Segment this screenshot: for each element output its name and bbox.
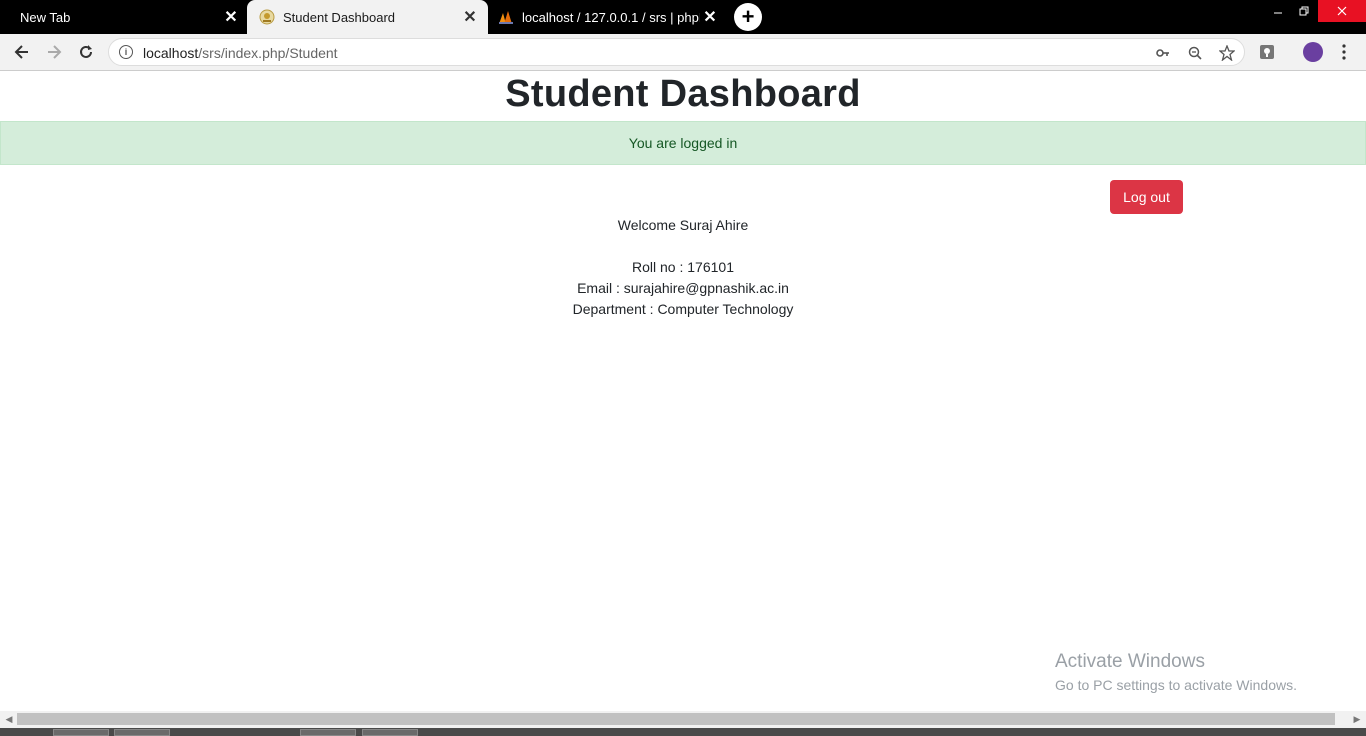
info-icon[interactable]: i	[119, 45, 133, 59]
tab-title: New Tab	[20, 9, 71, 25]
scrollbar-thumb[interactable]	[17, 713, 1335, 725]
page-content: Student Dashboard You are logged in Log …	[0, 71, 1366, 711]
taskbar-app[interactable]	[53, 729, 109, 736]
activate-windows-title: Activate Windows	[1055, 651, 1205, 672]
minimize-icon[interactable]	[1265, 0, 1291, 22]
roll-number: Roll no : 176101	[632, 259, 734, 275]
tab-student-dashboard[interactable]: Student Dashboard ✕	[247, 0, 488, 34]
scroll-right-icon[interactable]: ▶	[1352, 714, 1362, 724]
browser-toolbar: i localhost/srs/index.php/Student	[0, 34, 1366, 71]
phpmyadmin-icon	[499, 11, 513, 24]
tab-strip: New Tab ✕ Student Dashboard ✕ localhost …	[0, 0, 1366, 34]
activate-windows-subtitle: Go to PC settings to activate Windows.	[1055, 677, 1297, 693]
scroll-left-icon[interactable]: ◀	[4, 714, 14, 724]
back-arrow-icon[interactable]	[9, 39, 35, 65]
taskbar-app[interactable]	[114, 729, 170, 736]
close-icon[interactable]: ✕	[460, 7, 480, 27]
horizontal-scrollbar[interactable]: ◀ ▶	[0, 711, 1366, 728]
url-path: /srs/index.php/Student	[198, 45, 338, 61]
extension-icon[interactable]	[1257, 42, 1277, 62]
tab-phpmyadmin[interactable]: localhost / 127.0.0.1 / srs | phpMyAdmin…	[488, 0, 726, 34]
welcome-text: Welcome Suraj Ahire	[617, 217, 749, 233]
department: Department : Computer Technology	[572, 301, 794, 317]
tab-title: Student Dashboard	[283, 9, 396, 25]
address-bar[interactable]: i localhost/srs/index.php/Student	[108, 38, 1245, 66]
restore-icon[interactable]	[1291, 0, 1317, 22]
forward-arrow-icon[interactable]	[41, 39, 67, 65]
menu-dots-icon[interactable]	[1336, 42, 1352, 62]
close-icon[interactable]: ✕	[221, 7, 241, 27]
taskbar	[0, 728, 1366, 736]
url-host: localhost	[143, 45, 199, 61]
tab-new-tab[interactable]: New Tab ✕	[0, 0, 247, 34]
taskbar-app[interactable]	[300, 729, 356, 736]
college-logo-icon	[259, 9, 275, 25]
new-tab-button[interactable]: +	[734, 3, 762, 31]
taskbar-app[interactable]	[362, 729, 418, 736]
url-text[interactable]: localhost/srs/index.php/Student	[143, 45, 338, 61]
page-title: Student Dashboard	[505, 73, 861, 115]
logout-button[interactable]: Log out	[1110, 180, 1183, 214]
alert-text: You are logged in	[628, 135, 738, 151]
zoom-icon[interactable]	[1186, 44, 1204, 62]
tab-title: localhost / 127.0.0.1 / srs | phpMyAdmin	[522, 9, 700, 25]
window-close-icon[interactable]	[1318, 0, 1366, 22]
email: Email : surajahire@gpnashik.ac.in	[577, 280, 789, 296]
reload-icon[interactable]	[73, 39, 99, 65]
key-icon[interactable]	[1154, 44, 1172, 62]
close-icon[interactable]: ✕	[700, 7, 720, 27]
avatar[interactable]	[1303, 42, 1323, 62]
bookmark-star-icon[interactable]	[1218, 44, 1236, 62]
login-alert: You are logged in	[0, 121, 1366, 165]
